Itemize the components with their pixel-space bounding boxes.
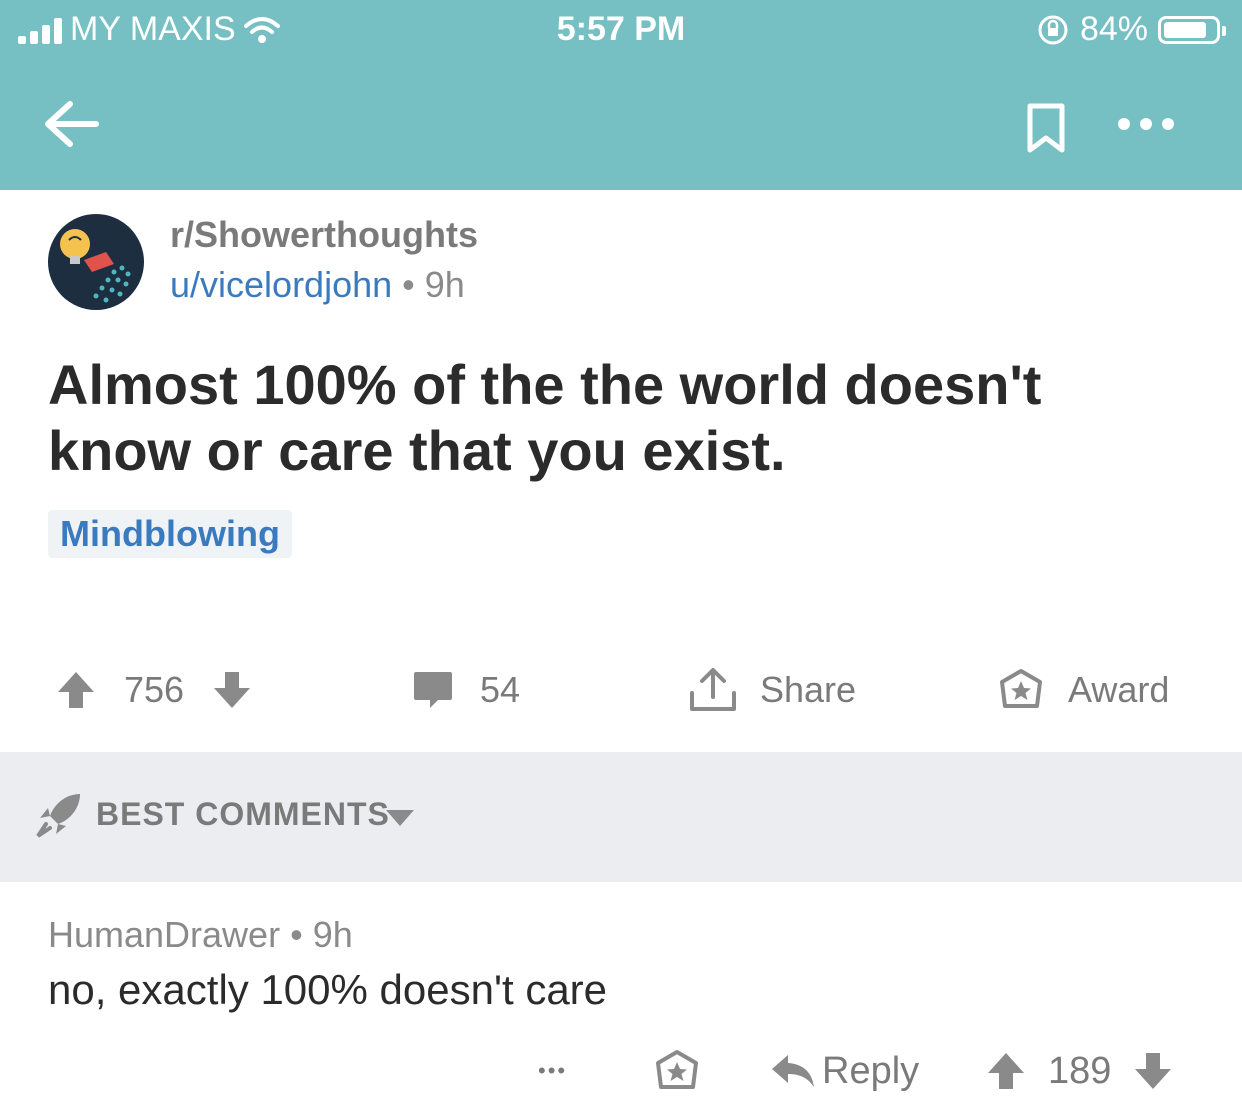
share-button[interactable]: Share bbox=[688, 650, 856, 730]
post-flair[interactable]: Mindblowing bbox=[48, 510, 292, 558]
comment-vote-group: 189 bbox=[986, 1036, 1173, 1106]
vote-count: 756 bbox=[124, 669, 185, 710]
top-app-bar: MY MAXIS 5:57 PM 84% bbox=[0, 0, 1242, 190]
comment-author[interactable]: HumanDrawer bbox=[48, 914, 280, 955]
arrow-left-icon[interactable] bbox=[40, 96, 102, 152]
chevron-down-icon bbox=[386, 810, 414, 826]
award-button[interactable]: Award bbox=[998, 650, 1169, 730]
upvote-icon[interactable] bbox=[986, 1051, 1026, 1091]
battery-percent: 84% bbox=[1079, 10, 1148, 48]
share-icon bbox=[690, 668, 736, 711]
post-actions: 756 54 Share Award bbox=[0, 650, 1242, 730]
status-right: 84% bbox=[1036, 10, 1226, 49]
comment-author-line: HumanDrawer • 9h bbox=[48, 914, 353, 956]
comment-actions: ••• Reply 189 bbox=[0, 1036, 1242, 1106]
comment-age: 9h bbox=[312, 914, 353, 955]
upvote-icon[interactable] bbox=[56, 670, 96, 710]
vote-group: 756 bbox=[56, 650, 252, 730]
rocket-icon bbox=[36, 794, 80, 838]
separator-dot: • bbox=[290, 914, 303, 955]
comment-body: no, exactly 100% doesn't care bbox=[48, 966, 608, 1013]
reply-label: Reply bbox=[822, 1049, 920, 1092]
sort-label: BEST COMMENTS bbox=[96, 796, 390, 832]
post-age: 9h bbox=[424, 264, 465, 305]
downvote-icon[interactable] bbox=[1133, 1051, 1173, 1091]
separator-dot: • bbox=[402, 264, 415, 305]
comments-sort-bar[interactable]: BEST COMMENTS bbox=[0, 752, 1242, 882]
subreddit-avatar[interactable] bbox=[48, 214, 144, 310]
award-icon bbox=[1000, 669, 1042, 708]
share-label: Share bbox=[760, 669, 857, 710]
subreddit-name[interactable]: r/Showerthoughts bbox=[170, 214, 478, 256]
comments-button[interactable]: 54 bbox=[412, 650, 520, 730]
more-horizontal-icon: ••• bbox=[538, 1058, 568, 1083]
comment-icon bbox=[414, 672, 452, 708]
author-line: u/vicelordjohn • 9h bbox=[170, 264, 465, 306]
comment-award-button[interactable] bbox=[654, 1036, 700, 1106]
status-bar: MY MAXIS 5:57 PM 84% bbox=[0, 0, 1242, 62]
bookmark-icon[interactable] bbox=[1022, 100, 1070, 156]
more-horizontal-icon[interactable] bbox=[1116, 114, 1176, 134]
downvote-icon[interactable] bbox=[212, 670, 252, 710]
orientation-lock-icon bbox=[1038, 15, 1068, 44]
comment-count: 54 bbox=[480, 669, 521, 710]
comment-more-button[interactable]: ••• bbox=[538, 1036, 567, 1106]
comment-vote-count: 189 bbox=[1048, 1049, 1112, 1092]
post-title: Almost 100% of the the world doesn't kno… bbox=[48, 353, 1042, 482]
author-link[interactable]: u/vicelordjohn bbox=[170, 264, 392, 305]
award-label: Award bbox=[1068, 669, 1170, 710]
nav-row bbox=[0, 80, 1242, 170]
reply-button[interactable]: Reply bbox=[770, 1036, 919, 1106]
battery-icon bbox=[1158, 15, 1226, 44]
lightbulb-shower-icon bbox=[60, 229, 131, 303]
reply-icon bbox=[772, 1055, 814, 1087]
award-icon bbox=[656, 1050, 698, 1089]
